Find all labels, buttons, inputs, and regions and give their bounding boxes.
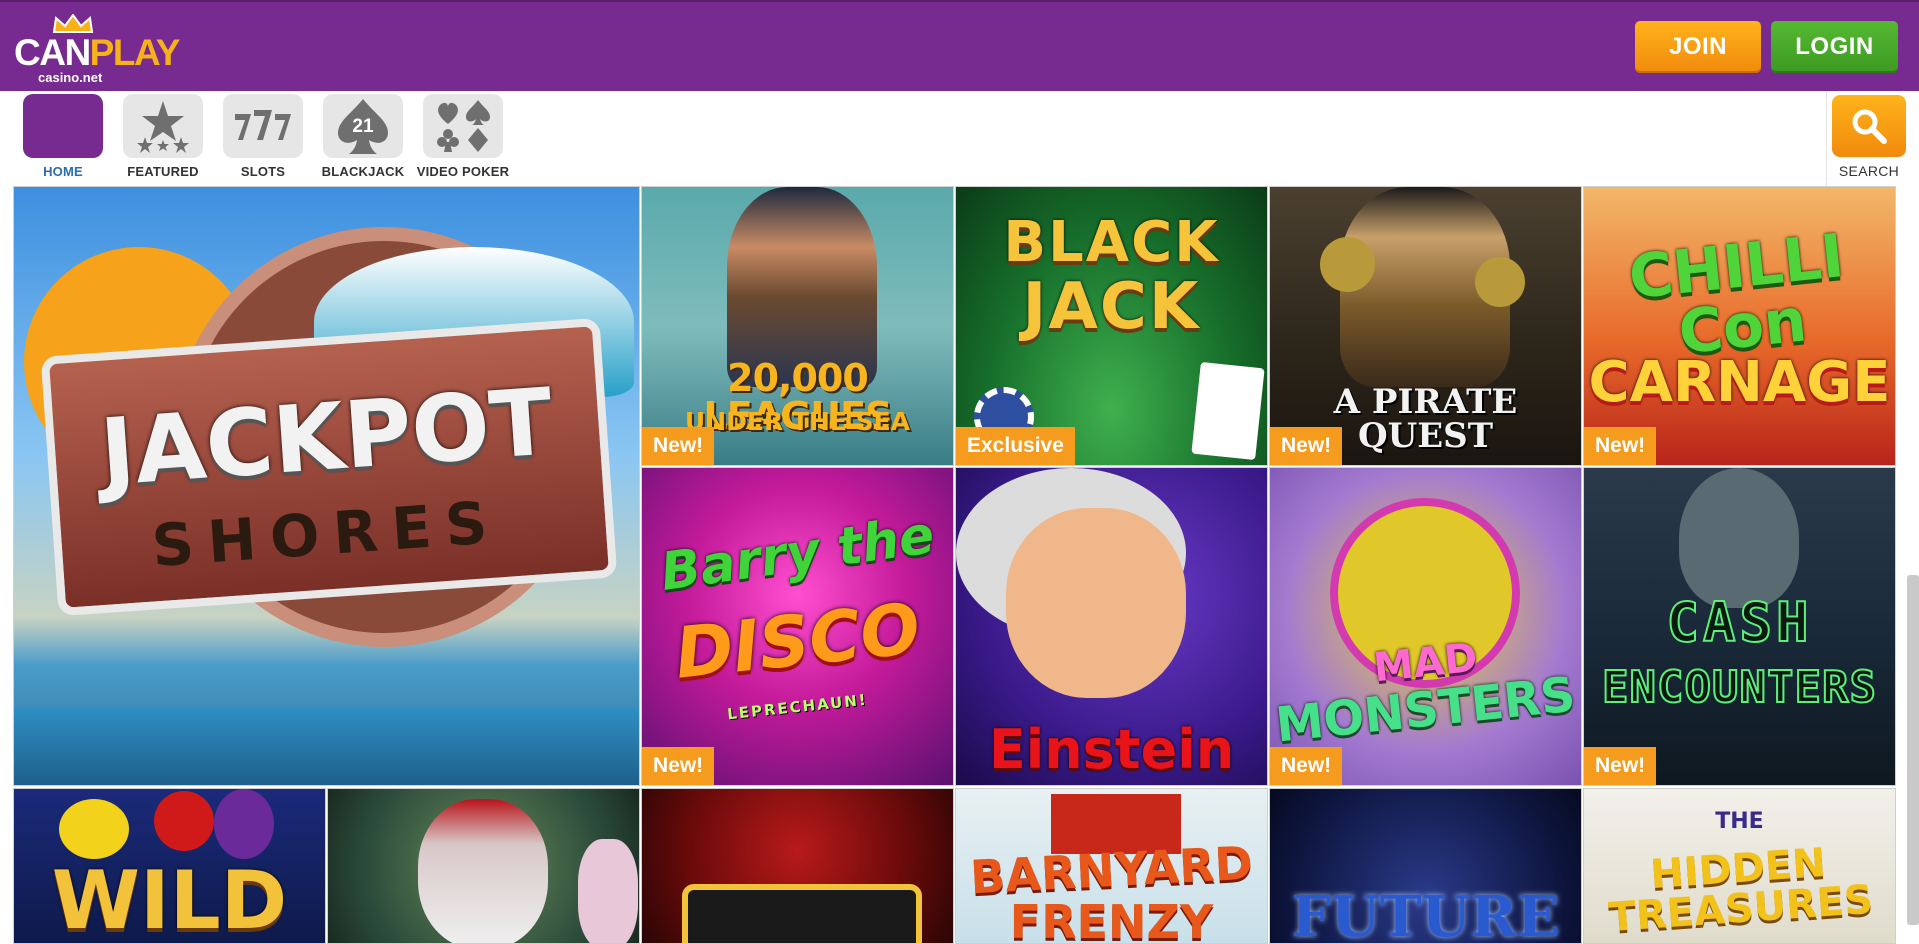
game-tile-sevens[interactable] <box>641 788 954 944</box>
game-tile-blackjack[interactable]: BLACK JACK Exclusive <box>955 186 1268 466</box>
game-tile-einstein[interactable]: Einstein <box>955 467 1268 786</box>
top-header-bar: CANPLAY casino.net JOIN LOGIN <box>0 0 1919 91</box>
game-tile-wild[interactable]: WILD <box>13 788 326 944</box>
nav-item-home[interactable]: HOME <box>13 94 113 179</box>
game-tile-chilli-con-carnage[interactable]: CHILLI Con CARNAGE New! <box>1583 186 1896 466</box>
card-suits-icon <box>423 94 503 158</box>
game-tile-santa[interactable] <box>327 788 640 944</box>
game-badge: New! <box>642 427 715 465</box>
logo-brand-left: CAN <box>14 32 91 73</box>
game-tile-jackpot-shores[interactable]: JACKPOT SHORES <box>13 186 640 786</box>
category-nav: HOME FEATURED SLOTS 21 BLACKJACK VIDEO P… <box>0 91 1919 186</box>
rabbit-art <box>578 839 638 943</box>
crown-icon <box>52 14 94 33</box>
game-title-line2: CARNAGE <box>1588 350 1891 415</box>
game-tile-barry-the-disco[interactable]: Barry the DISCO LEPRECHAUN! New! <box>641 467 954 786</box>
fruit-art <box>154 791 214 851</box>
logo-brand-right: PLAY <box>89 32 181 73</box>
cards-art <box>1191 361 1265 461</box>
search-icon <box>1852 109 1887 144</box>
game-tile-20000-leagues[interactable]: 20,000 LEAGUES UNDER THE SEA New! <box>641 186 954 466</box>
search-area: SEARCH <box>1826 91 1919 186</box>
game-tile-mad-monsters[interactable]: MAD MONSTERS New! <box>1269 467 1582 786</box>
spade-21-text: 21 <box>352 116 374 137</box>
nav-item-blackjack[interactable]: 21 BLACKJACK <box>313 94 413 179</box>
nav-label-slots: SLOTS <box>240 164 286 179</box>
search-button[interactable] <box>1832 95 1906 157</box>
game-badge: New! <box>642 747 715 785</box>
game-title-line2: HIDDEN TREASURES <box>1607 839 1875 942</box>
game-title-line2: DISCO <box>671 587 924 695</box>
nav-label-home: HOME <box>43 164 83 179</box>
fruit-art-2 <box>59 799 129 859</box>
alien-art <box>1679 468 1799 608</box>
einstein-face-art <box>1006 508 1186 698</box>
sevens-icon <box>223 94 303 158</box>
nav-item-featured[interactable]: FEATURED <box>113 94 213 179</box>
bomb-art-2 <box>1475 257 1525 307</box>
game-title-line1: WILD <box>51 854 288 944</box>
spade-21-icon: 21 <box>323 94 403 158</box>
nav-item-slots[interactable]: SLOTS <box>213 94 313 179</box>
game-title-line1: FUTURE <box>1291 884 1560 944</box>
fruit-art-3 <box>214 789 274 859</box>
game-badge: New! <box>1270 747 1343 785</box>
game-title-line1: BARNYARD <box>968 835 1255 905</box>
nav-label-blackjack: BLACKJACK <box>321 164 405 179</box>
canplay-logo[interactable]: CANPLAY casino.net <box>14 14 180 85</box>
nav-label-video-poker: VIDEO POKER <box>416 164 510 179</box>
star-icon <box>123 94 203 158</box>
game-title-line2: FRENZY <box>1009 895 1214 944</box>
game-badge: New! <box>1270 427 1343 465</box>
join-button[interactable]: JOIN <box>1635 21 1761 73</box>
game-tile-cash-encounters[interactable]: CASH ENCOUNTERS New! <box>1583 467 1896 786</box>
game-badge: New! <box>1584 747 1657 785</box>
game-title-line1: Einstein <box>988 718 1235 781</box>
nav-label-featured: FEATURED <box>127 164 199 179</box>
bomb-art <box>1320 237 1375 292</box>
nav-item-video-poker[interactable]: VIDEO POKER <box>413 94 513 179</box>
game-tile-future[interactable]: FUTURE <box>1269 788 1582 944</box>
login-button[interactable]: LOGIN <box>1771 21 1898 73</box>
game-title-line2: JACK <box>1022 270 1201 344</box>
game-badge: New! <box>1584 427 1657 465</box>
santa-art <box>418 799 548 943</box>
game-tile-pirate-quest[interactable]: A PIRATE QUEST New! <box>1269 186 1582 466</box>
game-title-line1: CASH <box>1665 591 1813 654</box>
game-title-line1: BLACK <box>1003 210 1220 275</box>
pool-art <box>14 707 639 785</box>
page-scrollbar[interactable] <box>1907 575 1919 925</box>
game-tile-hidden-treasures[interactable]: THE HIDDEN TREASURES <box>1583 788 1896 944</box>
game-grid: JACKPOT SHORES 20,000 LEAGUES UNDER THE … <box>0 186 1919 944</box>
sevens-reel-art <box>682 884 922 943</box>
game-title-line2: ENCOUNTERS <box>1601 662 1877 713</box>
game-badge: Exclusive <box>956 427 1075 465</box>
home-icon <box>23 94 103 158</box>
search-label: SEARCH <box>1838 163 1900 179</box>
game-title-line1: THE <box>1715 809 1764 834</box>
logo-subtitle: casino.net <box>38 70 103 85</box>
game-tile-barnyard-frenzy[interactable]: BARNYARD FRENZY <box>955 788 1268 944</box>
